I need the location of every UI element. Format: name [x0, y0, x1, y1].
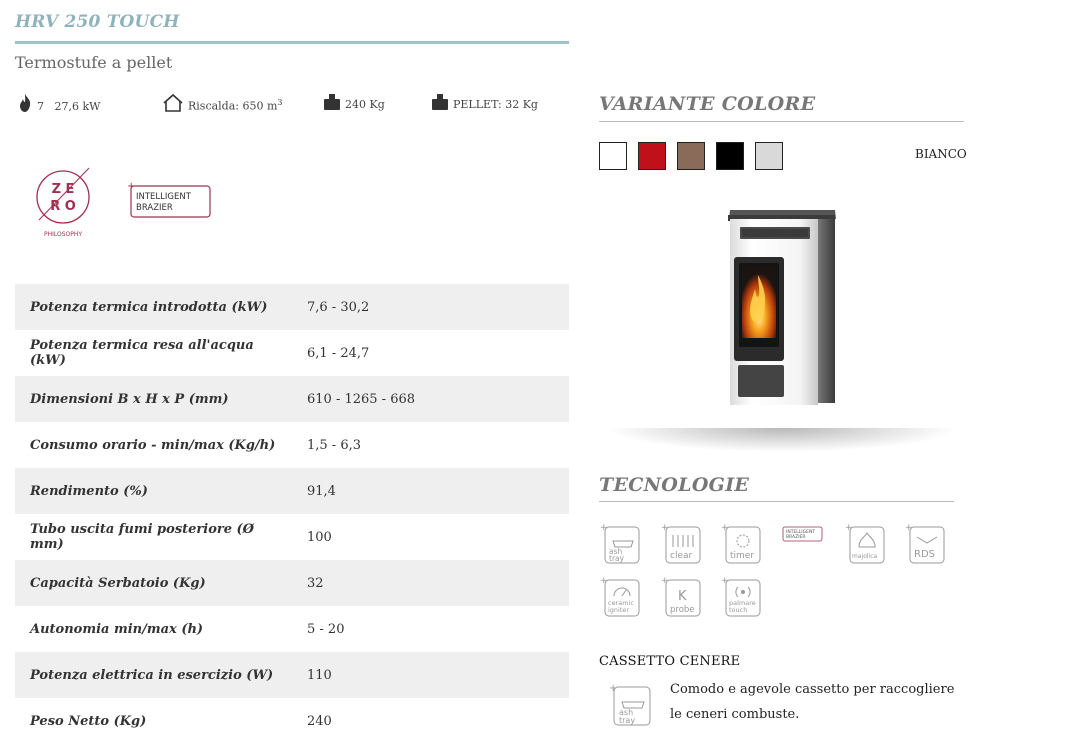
ceramic-igniter-icon[interactable]: + ceramic igniter	[600, 576, 640, 617]
weight-icon	[431, 93, 453, 111]
clear-icon[interactable]: + clear	[661, 523, 701, 564]
spec-value: 240	[307, 713, 332, 729]
product-shadow	[606, 428, 958, 452]
quick-spec-power-label: 7 27,6 kW	[37, 100, 101, 113]
spec-label: Consumo orario - min/max (Kg/h)	[30, 437, 276, 453]
timer-icon[interactable]: + timer	[721, 523, 761, 564]
svg-text:majolica: majolica	[852, 553, 877, 560]
color-swatch-bianco[interactable]	[599, 142, 627, 170]
color-swatch-bronzo[interactable]	[677, 142, 705, 170]
spec-value: 5 - 20	[307, 621, 345, 637]
flame-icon	[17, 93, 37, 113]
spec-label: Tubo uscita fumi posteriore (Ø mm)	[30, 522, 254, 552]
ash-tray-icon[interactable]: + ash tray	[600, 523, 640, 564]
table-row: Potenza termica resa all'acqua (kW) 6,1 -…	[15, 330, 569, 376]
svg-text:tray: tray	[609, 554, 625, 563]
spec-value: 7,6 - 30,2	[307, 299, 370, 315]
quick-spec-pellet: PELLET: 32 Kg	[431, 93, 538, 111]
color-variant-heading: VARIANTE COLORE	[599, 93, 816, 115]
spec-value: 91,4	[307, 483, 336, 499]
svg-text:K: K	[678, 589, 687, 604]
quick-spec-area-label: Riscalda: 650 m3	[188, 98, 283, 113]
zero-logo-line2: R O	[50, 199, 76, 214]
svg-text:probe: probe	[670, 605, 695, 615]
intelligent-brazier-icon[interactable]: INTELLIGENT BRAZIER	[782, 523, 824, 563]
weight-icon	[323, 93, 345, 111]
spec-label: Potenza termica resa all'acqua (kW)	[30, 338, 254, 368]
svg-text:+: +	[609, 683, 617, 694]
intelligent-brazier-line1: INTELLIGENT	[136, 192, 192, 202]
ash-tray-icon: + ash tray	[609, 683, 651, 727]
svg-text:clear: clear	[670, 551, 693, 561]
palmare-touch-icon[interactable]: + palmare touch	[721, 576, 761, 617]
table-row: Potenza elettrica in esercizio (W) 110	[15, 652, 569, 698]
color-swatch-rosso[interactable]	[638, 142, 666, 170]
zero-logo-line1: Z E	[52, 182, 75, 197]
spec-label: Capacità Serbatoio (Kg)	[30, 575, 206, 591]
spec-value: 100	[307, 529, 332, 545]
spec-label: Peso Netto (Kg)	[30, 713, 147, 729]
spec-value: 610 - 1265 - 668	[307, 391, 416, 407]
product-image	[720, 205, 845, 415]
svg-text:BRAZIER: BRAZIER	[786, 534, 806, 540]
zero-philosophy-logo: Z E R O PHILOSOPHY	[33, 166, 93, 238]
table-row: Dimensioni B x H x P (mm) 610 - 1265 - 66…	[15, 376, 569, 422]
spec-table: Potenza termica introdotta (kW) 7,6 - 30,…	[15, 284, 569, 744]
svg-text:timer: timer	[730, 551, 754, 561]
spec-value: 1,5 - 6,3	[307, 437, 362, 453]
svg-text:tray: tray	[619, 716, 635, 725]
svg-text:RDS: RDS	[914, 549, 935, 560]
quick-spec-pellet-label: PELLET: 32 Kg	[453, 98, 538, 111]
spec-label: Rendimento (%)	[30, 483, 148, 499]
svg-text:igniter: igniter	[608, 606, 629, 614]
title-divider	[15, 41, 569, 44]
product-category: Termostufe a pellet	[15, 53, 173, 72]
table-row: Potenza termica introdotta (kW) 7,6 - 30,…	[15, 284, 569, 330]
color-swatch-grigio[interactable]	[755, 142, 783, 170]
table-row: Peso Netto (Kg) 240	[15, 698, 569, 744]
intelligent-brazier-line2: BRAZIER	[136, 203, 173, 213]
color-variant-divider	[599, 121, 964, 122]
zero-logo-caption: PHILOSOPHY	[44, 231, 82, 238]
quick-spec-weight: 240 Kg	[323, 93, 385, 111]
svg-text:touch: touch	[729, 606, 747, 614]
selected-color-label: BIANCO	[915, 147, 967, 161]
spec-value: 110	[307, 667, 332, 683]
product-title: HRV 250 TOUCH	[15, 12, 180, 32]
table-row: Consumo orario - min/max (Kg/h) 1,5 - 6,3	[15, 422, 569, 468]
table-row: Capacità Serbatoio (Kg) 32	[15, 560, 569, 606]
color-swatch-nero[interactable]	[716, 142, 744, 170]
technologies-heading: TECNOLOGIE	[599, 474, 750, 496]
quick-spec-weight-label: 240 Kg	[345, 98, 385, 111]
quick-spec-area: Riscalda: 650 m3	[162, 93, 283, 113]
rds-icon[interactable]: + RDS	[905, 523, 945, 564]
feature-description: Comodo e agevole cassetto per raccoglier…	[670, 682, 955, 722]
probe-icon[interactable]: + K probe	[661, 576, 701, 617]
majolica-icon[interactable]: + majolica	[845, 523, 885, 564]
spec-label: Dimensioni B x H x P (mm)	[30, 391, 229, 407]
quick-spec-power: 7 27,6 kW	[17, 93, 100, 113]
table-row: Tubo uscita fumi posteriore (Ø mm) 100	[15, 514, 569, 560]
spec-label: Potenza elettrica in esercizio (W)	[30, 667, 274, 683]
feature-title: CASSETTO CENERE	[599, 654, 741, 669]
table-row: Autonomia min/max (h) 5 - 20	[15, 606, 569, 652]
intelligent-brazier-badge: + INTELLIGENT BRAZIER	[127, 181, 211, 219]
technologies-divider	[599, 501, 954, 502]
spec-label: Potenza termica introdotta (kW)	[30, 299, 268, 315]
spec-value: 6,1 - 24,7	[307, 345, 370, 361]
spec-label: Autonomia min/max (h)	[30, 621, 204, 637]
house-icon	[162, 93, 188, 113]
spec-value: 32	[307, 575, 324, 591]
table-row: Rendimento (%) 91,4	[15, 468, 569, 514]
